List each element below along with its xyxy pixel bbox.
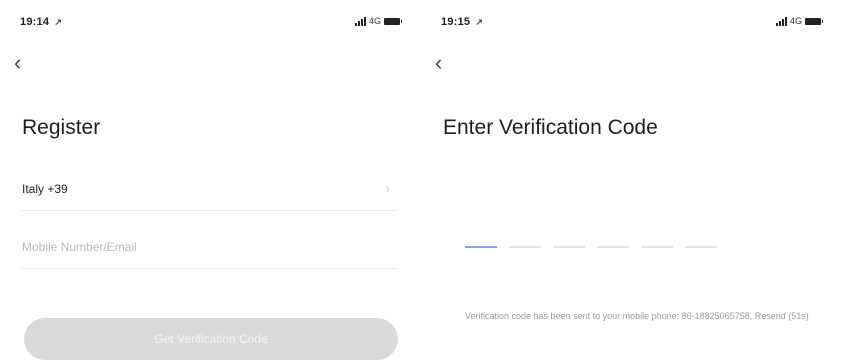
register-screen: 19:14 ↗ 4G ‹ Register Italy +39 › Get Ve… <box>0 0 420 360</box>
get-verification-code-button[interactable]: Get Verification Code <box>24 318 398 360</box>
country-selector[interactable]: Italy +39 › <box>22 170 398 211</box>
status-right: 4G <box>775 16 823 26</box>
verification-screen: 19:15 ↗ 4G ‹ Enter Verification Code Ver… <box>421 0 841 360</box>
code-digit-4[interactable] <box>597 246 629 248</box>
code-digit-6[interactable] <box>685 246 717 248</box>
verification-info-text: Verification code has been sent to your … <box>465 311 809 321</box>
verification-code-input[interactable] <box>465 246 717 248</box>
page-title: Enter Verification Code <box>443 116 658 139</box>
country-label: Italy +39 <box>22 182 68 196</box>
status-time: 19:15 ↗ <box>441 16 483 28</box>
app-root: 19:14 ↗ 4G ‹ Register Italy +39 › Get Ve… <box>0 0 841 360</box>
code-digit-3[interactable] <box>553 246 585 248</box>
status-time-text: 19:14 <box>20 16 50 28</box>
signal-icon <box>354 16 366 26</box>
phone-email-input[interactable] <box>22 236 382 258</box>
code-digit-1[interactable] <box>465 246 497 248</box>
network-type: 4G <box>789 16 802 26</box>
location-icon: ↗ <box>54 17 63 27</box>
phone-email-row <box>22 228 398 269</box>
battery-icon <box>805 17 823 25</box>
chevron-right-icon: › <box>385 180 390 196</box>
back-chevron-icon[interactable]: ‹ <box>14 52 21 74</box>
status-bar: 19:14 ↗ 4G <box>20 14 402 32</box>
signal-icon <box>775 16 787 26</box>
code-digit-2[interactable] <box>509 246 541 248</box>
status-bar: 19:15 ↗ 4G <box>441 14 823 32</box>
status-right: 4G <box>354 16 402 26</box>
back-chevron-icon[interactable]: ‹ <box>435 52 442 74</box>
status-time: 19:14 ↗ <box>20 16 62 28</box>
battery-icon <box>384 17 402 25</box>
code-digit-5[interactable] <box>641 246 673 248</box>
page-title: Register <box>22 116 101 139</box>
status-time-text: 19:15 <box>441 16 471 28</box>
network-type: 4G <box>368 16 381 26</box>
location-icon: ↗ <box>475 17 484 27</box>
